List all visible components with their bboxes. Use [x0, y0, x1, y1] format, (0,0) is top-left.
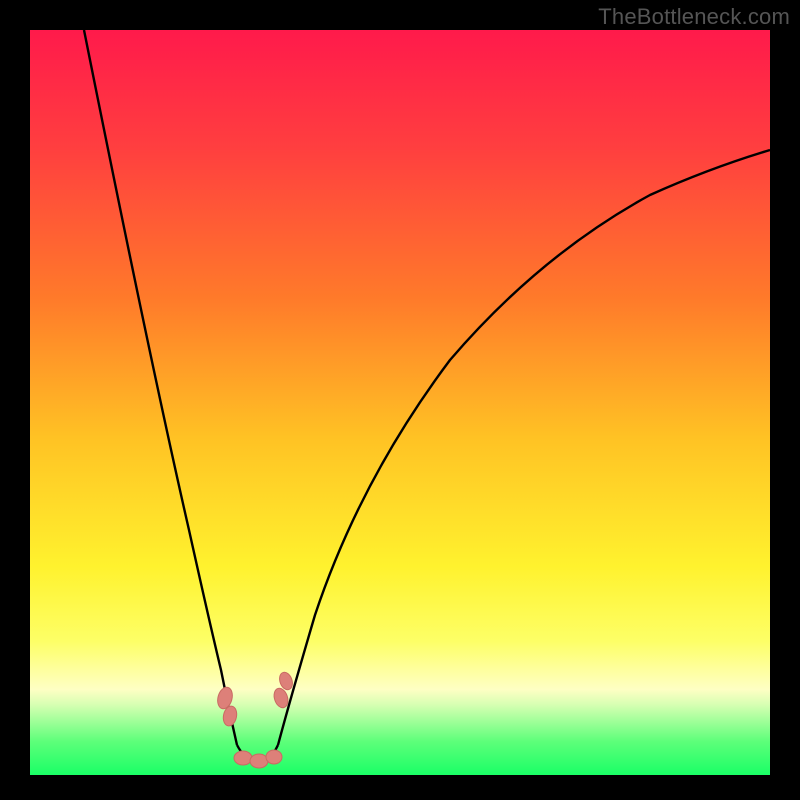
- gradient-plot-area: [30, 30, 770, 775]
- bottleneck-chart: [30, 30, 770, 775]
- chart-frame: TheBottleneck.com: [0, 0, 800, 800]
- watermark-text: TheBottleneck.com: [598, 4, 790, 30]
